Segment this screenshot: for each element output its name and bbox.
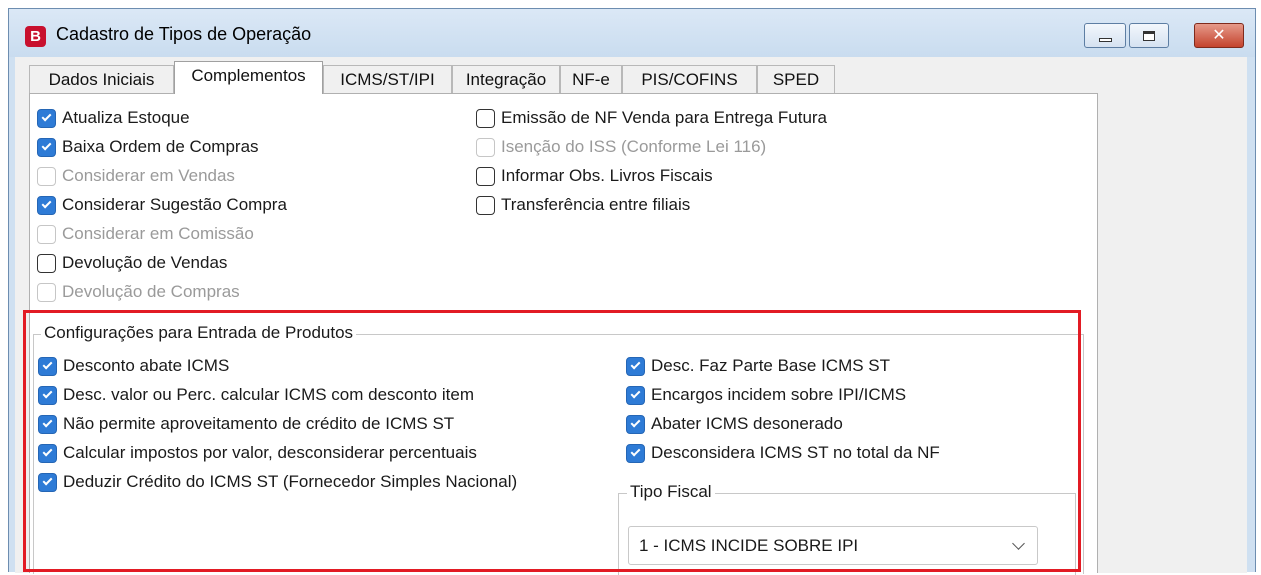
checkbox-label: Calcular impostos por valor, desconsider… xyxy=(63,443,477,462)
tab-icms-st-ipi[interactable]: ICMS/ST/IPI xyxy=(323,65,452,93)
checkbox-label: Não permite aproveitamento de crédito de… xyxy=(63,414,455,433)
encargos-incidem-checkbox[interactable]: Encargos incidem sobre IPI/ICMS xyxy=(626,385,906,405)
informar-obs-livros-checkbox[interactable]: Informar Obs. Livros Fiscais xyxy=(476,166,713,186)
checkbox-disabled-icon xyxy=(37,224,56,244)
checkbox-label: Desconto abate ICMS xyxy=(63,356,230,375)
checkbox-disabled-icon xyxy=(37,166,56,186)
tab-sped[interactable]: SPED xyxy=(757,65,835,93)
checkbox-checked-icon xyxy=(626,385,645,405)
minimize-icon xyxy=(1098,37,1112,42)
desconto-abate-icms-checkbox[interactable]: Desconto abate ICMS xyxy=(38,356,229,376)
maximize-icon xyxy=(1143,30,1155,41)
checkbox-label: Baixa Ordem de Compras xyxy=(62,137,259,156)
devolucao-compras-checkbox: Devolução de Compras xyxy=(37,282,240,302)
tab-integracao[interactable]: Integração xyxy=(452,65,560,93)
deduzir-credito-icms-st-checkbox[interactable]: Deduzir Crédito do ICMS ST (Fornecedor S… xyxy=(38,472,517,492)
checkbox-label: Atualiza Estoque xyxy=(62,108,190,127)
checkbox-label: Devolução de Vendas xyxy=(62,253,228,272)
checkbox-checked-icon xyxy=(37,137,56,157)
checkbox-disabled-icon xyxy=(37,282,56,302)
close-button[interactable]: ✕ xyxy=(1194,23,1244,48)
devolucao-vendas-checkbox[interactable]: Devolução de Vendas xyxy=(37,253,227,273)
emissao-nf-entrega-futura-checkbox[interactable]: Emissão de NF Venda para Entrega Futura xyxy=(476,108,827,128)
chevron-down-icon xyxy=(1012,537,1025,550)
complementos-panel: Atualiza Estoque Baixa Ordem de Compras … xyxy=(29,93,1098,575)
main-window: B Cadastro de Tipos de Operação ✕ Dados … xyxy=(8,8,1256,575)
abater-icms-desonerado-checkbox[interactable]: Abater ICMS desonerado xyxy=(626,414,843,434)
tipo-fiscal-title: Tipo Fiscal xyxy=(627,482,715,502)
checkbox-checked-icon xyxy=(38,385,57,405)
app-logo-icon: B xyxy=(25,26,46,47)
baixa-ordem-compras-checkbox[interactable]: Baixa Ordem de Compras xyxy=(37,137,259,157)
isencao-iss-checkbox: Isenção do ISS (Conforme Lei 116) xyxy=(476,137,766,157)
checkbox-checked-icon xyxy=(38,414,57,434)
checkbox-label: Deduzir Crédito do ICMS ST (Fornecedor S… xyxy=(63,472,518,491)
checkbox-label: Informar Obs. Livros Fiscais xyxy=(501,166,713,185)
checkbox-checked-icon xyxy=(37,108,56,128)
desconsidera-icms-st-checkbox[interactable]: Desconsidera ICMS ST no total da NF xyxy=(626,443,940,463)
entrada-produtos-group: Configurações para Entrada de Produtos D… xyxy=(33,323,1084,575)
tipo-fiscal-select[interactable]: 1 - ICMS INCIDE SOBRE IPI xyxy=(628,526,1038,565)
desc-valor-perc-checkbox[interactable]: Desc. valor ou Perc. calcular ICMS com d… xyxy=(38,385,474,405)
checkbox-label: Considerar em Comissão xyxy=(62,224,254,243)
checkbox-label: Transferência entre filiais xyxy=(501,195,691,214)
title-bar[interactable]: B Cadastro de Tipos de Operação ✕ xyxy=(9,9,1255,57)
group-title: Configurações para Entrada de Produtos xyxy=(41,323,357,343)
checkbox-label: Abater ICMS desonerado xyxy=(651,414,843,433)
checkbox-checked-icon xyxy=(38,472,57,492)
checkbox-label: Emissão de NF Venda para Entrega Futura xyxy=(501,108,828,127)
tab-pis-cofins[interactable]: PIS/COFINS xyxy=(622,65,757,93)
nao-permite-credito-checkbox[interactable]: Não permite aproveitamento de crédito de… xyxy=(38,414,454,434)
checkbox-checked-icon xyxy=(626,356,645,376)
checkbox-label: Desc. valor ou Perc. calcular ICMS com d… xyxy=(63,385,474,404)
calcular-impostos-valor-checkbox[interactable]: Calcular impostos por valor, desconsider… xyxy=(38,443,477,463)
checkbox-unchecked-icon xyxy=(37,253,56,273)
select-value: 1 - ICMS INCIDE SOBRE IPI xyxy=(639,536,859,555)
checkbox-label: Encargos incidem sobre IPI/ICMS xyxy=(651,385,907,404)
checkbox-checked-icon xyxy=(626,443,645,463)
tab-nfe[interactable]: NF-e xyxy=(560,65,622,93)
checkbox-disabled-icon xyxy=(476,137,495,157)
minimize-button[interactable] xyxy=(1084,23,1126,48)
checkbox-label: Isenção do ISS (Conforme Lei 116) xyxy=(501,137,767,156)
transferencia-filiais-checkbox[interactable]: Transferência entre filiais xyxy=(476,195,690,215)
considerar-vendas-checkbox: Considerar em Vendas xyxy=(37,166,235,186)
checkbox-label: Devolução de Compras xyxy=(62,282,240,301)
tab-dados-iniciais[interactable]: Dados Iniciais xyxy=(29,65,174,93)
considerar-comissao-checkbox: Considerar em Comissão xyxy=(37,224,254,244)
checkbox-checked-icon xyxy=(38,356,57,376)
tab-complementos[interactable]: Complementos xyxy=(174,61,323,94)
maximize-button[interactable] xyxy=(1129,23,1169,48)
checkbox-unchecked-icon xyxy=(476,166,495,186)
window-title: Cadastro de Tipos de Operação xyxy=(56,24,312,44)
checkbox-checked-icon xyxy=(38,443,57,463)
considerar-sugestao-compra-checkbox[interactable]: Considerar Sugestão Compra xyxy=(37,195,287,215)
atualiza-estoque-checkbox[interactable]: Atualiza Estoque xyxy=(37,108,190,128)
checkbox-label: Desconsidera ICMS ST no total da NF xyxy=(651,443,940,462)
window-client-area: Dados Iniciais Complementos ICMS/ST/IPI … xyxy=(15,57,1247,575)
checkbox-checked-icon xyxy=(626,414,645,434)
checkbox-checked-icon xyxy=(37,195,56,215)
checkbox-unchecked-icon xyxy=(476,108,495,128)
close-icon: ✕ xyxy=(1212,26,1226,44)
checkbox-label: Considerar Sugestão Compra xyxy=(62,195,287,214)
desc-faz-parte-base-checkbox[interactable]: Desc. Faz Parte Base ICMS ST xyxy=(626,356,890,376)
tipo-fiscal-group: Tipo Fiscal 1 - ICMS INCIDE SOBRE IPI xyxy=(618,482,1076,575)
checkbox-label: Desc. Faz Parte Base ICMS ST xyxy=(651,356,891,375)
checkbox-unchecked-icon xyxy=(476,195,495,215)
checkbox-label: Considerar em Vendas xyxy=(62,166,235,185)
